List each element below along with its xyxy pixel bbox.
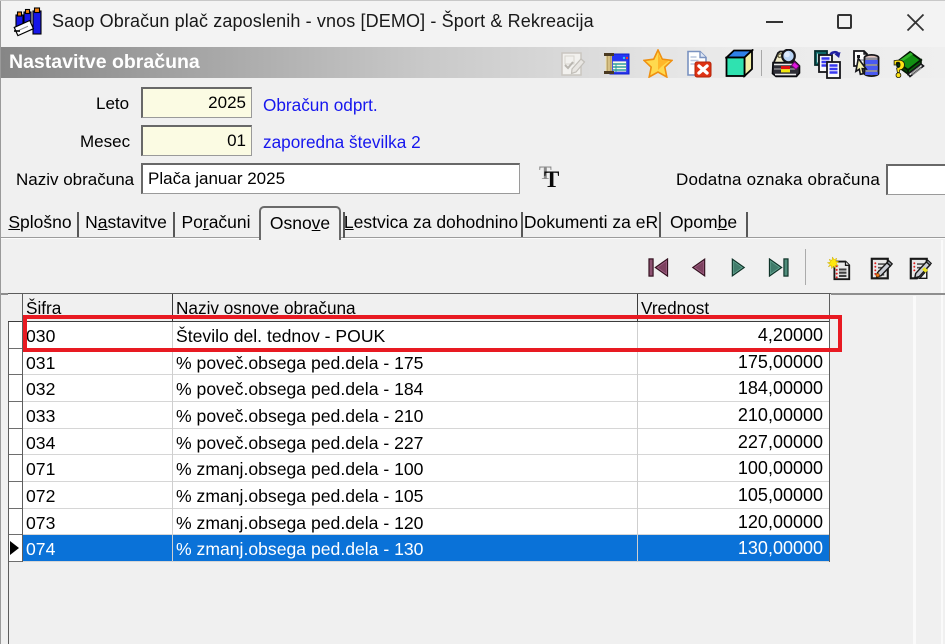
svg-text:?: ? [893,56,906,80]
